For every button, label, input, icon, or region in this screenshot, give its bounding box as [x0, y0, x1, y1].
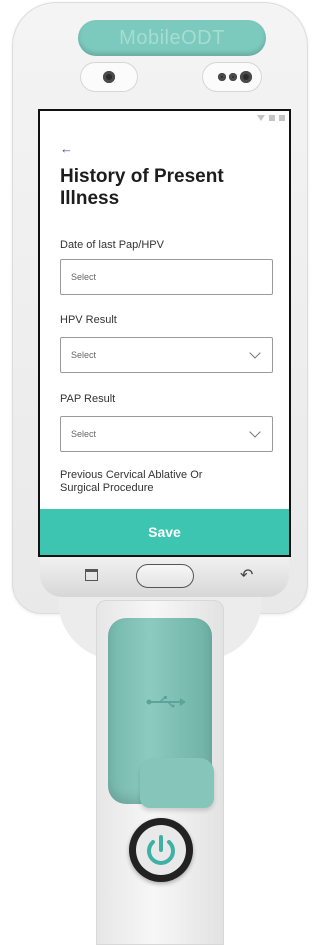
usb-icon: [146, 696, 186, 708]
android-nav-bar: ↶: [40, 557, 289, 597]
recent-apps-icon[interactable]: [85, 569, 98, 581]
teal-tab: [140, 758, 214, 808]
back-arrow-icon[interactable]: ←: [60, 141, 73, 156]
hpv-result-label: HPV Result: [60, 314, 117, 326]
power-button-face: [136, 825, 186, 875]
date-last-pap-input[interactable]: Select: [60, 259, 273, 295]
signal-icon: [269, 115, 275, 121]
hpv-result-value: Select: [71, 350, 97, 360]
phone-screen: ← History of Present Illness Date of las…: [38, 109, 291, 557]
previous-procedure-label: Previous Cervical Ablative Or Surgical P…: [60, 469, 203, 494]
sensor-dot-icon: [229, 73, 237, 81]
battery-icon: [279, 115, 285, 121]
save-button[interactable]: Save: [40, 509, 289, 555]
page-title: History of Present Illness: [60, 166, 224, 209]
brand-logo: MobileODT: [78, 20, 266, 56]
sensor-dot-icon: [218, 73, 226, 81]
camera-dot-icon: [103, 71, 115, 83]
pap-result-label: PAP Result: [60, 393, 116, 405]
chevron-down-icon: [249, 347, 261, 359]
back-icon[interactable]: ↶: [240, 565, 253, 585]
camera-lens-left: [80, 62, 138, 92]
pap-result-value: Select: [71, 429, 97, 439]
power-icon: [147, 835, 175, 865]
pap-result-dropdown[interactable]: Select: [60, 416, 273, 452]
chevron-down-icon: [249, 426, 261, 438]
hpv-result-dropdown[interactable]: Select: [60, 337, 273, 373]
camera-dot-icon: [240, 71, 252, 83]
power-button[interactable]: [129, 818, 193, 882]
date-last-pap-label: Date of last Pap/HPV: [60, 239, 164, 251]
home-button-icon[interactable]: [136, 564, 194, 588]
status-bar: [257, 115, 285, 121]
date-last-pap-value: Select: [71, 272, 97, 282]
camera-lens-right: [202, 62, 262, 92]
wifi-icon: [257, 115, 265, 121]
